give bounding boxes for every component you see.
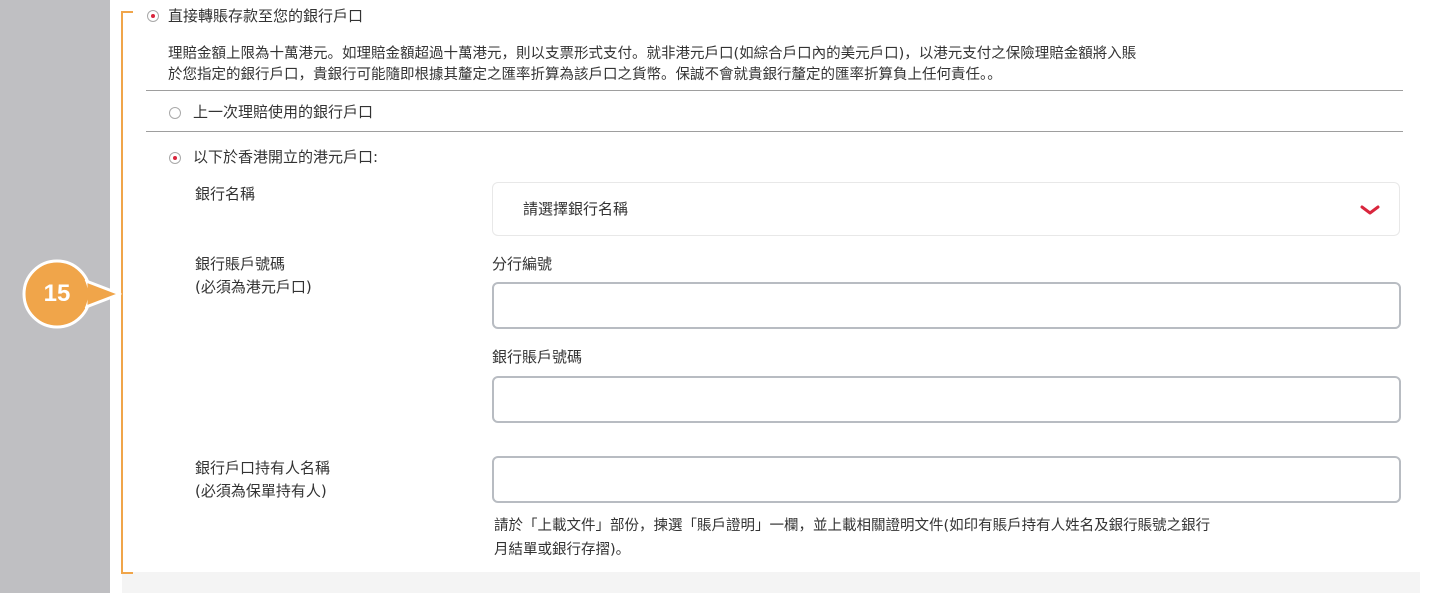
account-number-sublabel: (必須為港元戶口) <box>195 278 312 296</box>
divider <box>146 90 1403 91</box>
direct-note-line1: 理賠金額上限為十萬港元。如理賠金額超過十萬港元，則以支票形式支付。就非港元戶口(… <box>168 46 1137 62</box>
option-direct-label: 直接轉賬存款至您的銀行戶口 <box>168 7 364 25</box>
account-number-label: 銀行賬戶號碼 <box>195 255 286 273</box>
direct-note-line2: 於您指定的銀行戶口，貴銀行可能隨即根據其釐定之匯率折算為該戶口之貨幣。保誠不會就… <box>168 67 1002 83</box>
radio-last-account[interactable] <box>169 107 181 119</box>
radio-hk-account[interactable] <box>169 152 181 164</box>
holder-name-label: 銀行戶口持有人名稱 <box>195 459 331 477</box>
account-number-field-label: 銀行賬戶號碼 <box>492 348 583 366</box>
bank-name-placeholder: 請選擇銀行名稱 <box>523 200 629 218</box>
divider <box>146 131 1403 132</box>
branch-code-label: 分行編號 <box>492 255 553 273</box>
option-hk-label: 以下於香港開立的港元戶口: <box>193 148 379 166</box>
bank-name-select[interactable]: 請選擇銀行名稱 <box>492 182 1400 236</box>
bank-name-label: 銀行名稱 <box>195 185 256 203</box>
radio-direct-transfer[interactable] <box>147 10 159 22</box>
holder-name-sublabel: (必須為保單持有人) <box>195 482 327 500</box>
holder-note-line1: 請於「上載文件」部份，揀選「賬戶證明」一欄，並上載相關證明文件(如印有賬戶持有人… <box>494 518 1211 534</box>
branch-code-input[interactable] <box>492 282 1401 329</box>
holder-name-input[interactable] <box>492 456 1401 503</box>
holder-note-line2: 月結單或銀行存摺)。 <box>494 542 631 558</box>
account-number-input[interactable] <box>492 376 1401 423</box>
callout-number: 15 <box>43 280 71 307</box>
option-last-label: 上一次理賠使用的銀行戶口 <box>193 103 374 121</box>
chevron-down-icon <box>1359 202 1381 216</box>
form-bottom-band <box>122 572 1420 593</box>
